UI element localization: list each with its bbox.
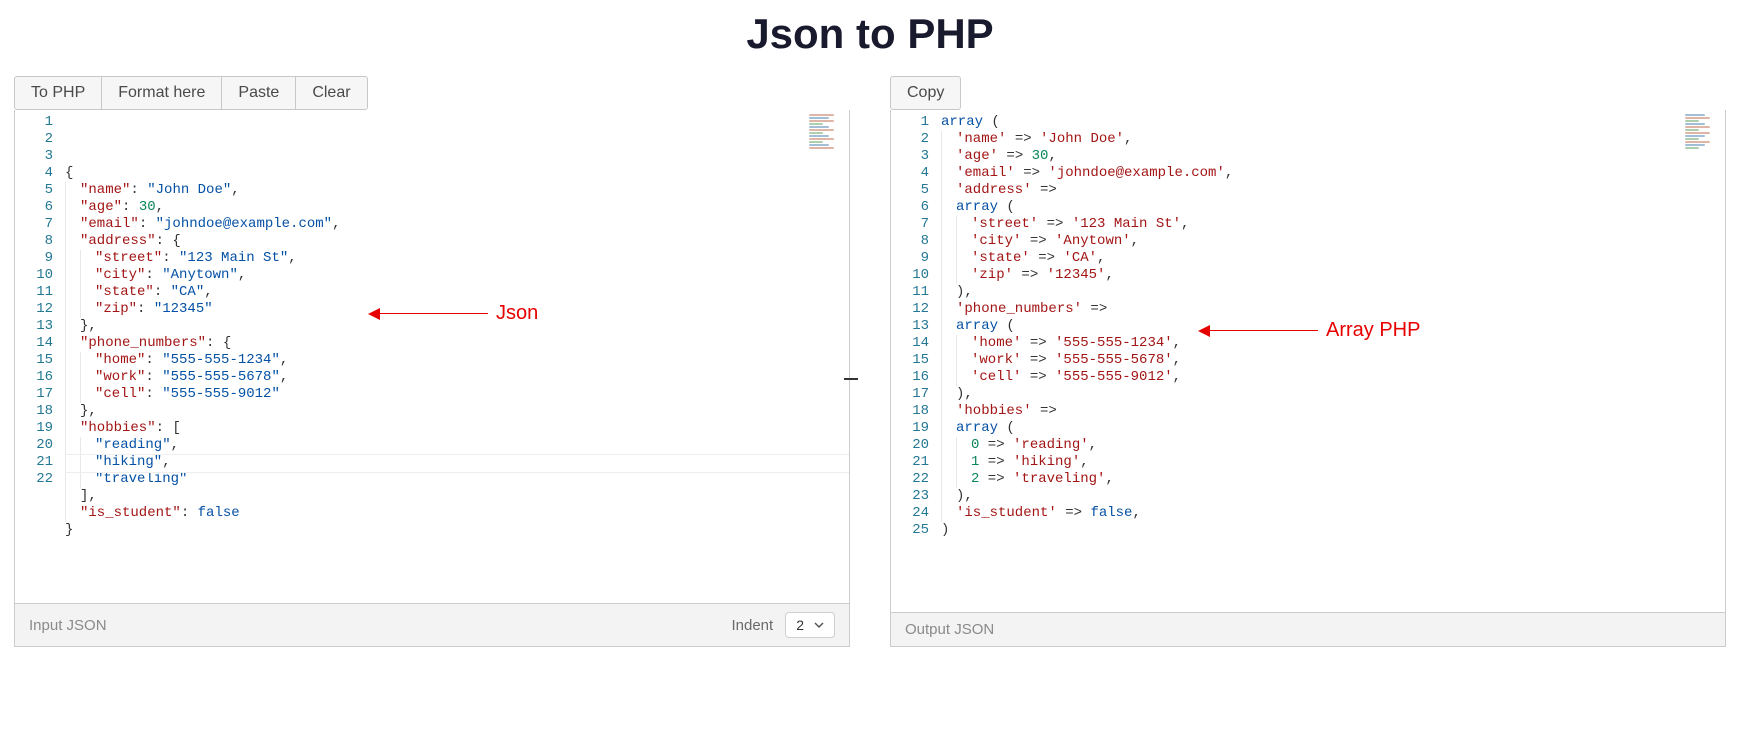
code-line[interactable]: ) (941, 522, 1725, 539)
format-button[interactable]: Format here (101, 76, 222, 110)
input-toolbar: To PHP Format here Paste Clear (14, 76, 850, 110)
code-line[interactable]: "email": "johndoe@example.com", (65, 216, 849, 233)
code-line[interactable]: "cell": "555-555-9012" (65, 386, 849, 403)
code-line[interactable]: 'street' => '123 Main St', (941, 216, 1725, 233)
code-line[interactable]: 'zip' => '12345', (941, 267, 1725, 284)
input-code[interactable]: {"name": "John Doe","age": 30,"email": "… (65, 110, 849, 603)
input-pane: To PHP Format here Paste Clear 123456789… (14, 76, 850, 647)
code-line[interactable]: 'hobbies' => (941, 403, 1725, 420)
code-line[interactable]: "phone_numbers": { (65, 335, 849, 352)
input-footer-label: Input JSON (29, 617, 107, 634)
code-line[interactable]: "reading", (65, 437, 849, 454)
code-line[interactable]: 'phone_numbers' => (941, 301, 1725, 318)
code-line[interactable]: "is_student": false (65, 505, 849, 522)
input-footer: Input JSON Indent 2 (15, 603, 849, 646)
code-line[interactable]: 'is_student' => false, (941, 505, 1725, 522)
code-line[interactable]: ], (65, 488, 849, 505)
code-line[interactable]: "work": "555-555-5678", (65, 369, 849, 386)
code-line[interactable]: "hobbies": [ (65, 420, 849, 437)
code-line[interactable]: } (65, 522, 849, 539)
code-line[interactable]: "city": "Anytown", (65, 267, 849, 284)
code-line[interactable]: 'cell' => '555-555-9012', (941, 369, 1725, 386)
code-line[interactable]: 'state' => 'CA', (941, 250, 1725, 267)
code-line[interactable]: 'age' => 30, (941, 148, 1725, 165)
code-line[interactable]: { (65, 165, 849, 182)
clear-button[interactable]: Clear (295, 76, 367, 110)
code-line[interactable]: ), (941, 284, 1725, 301)
code-line[interactable]: 'city' => 'Anytown', (941, 233, 1725, 250)
output-editor[interactable]: 1234567891011121314151617181920212223242… (890, 110, 1726, 647)
input-gutter: 12345678910111213141516171819202122 (15, 110, 65, 603)
code-line[interactable]: 'name' => 'John Doe', (941, 131, 1725, 148)
page-title: Json to PHP (0, 10, 1740, 58)
output-gutter: 1234567891011121314151617181920212223242… (891, 110, 941, 612)
code-line[interactable]: "hiking", (65, 454, 849, 471)
copy-button[interactable]: Copy (890, 76, 961, 110)
indent-select[interactable]: 2 (785, 612, 835, 638)
output-toolbar: Copy (890, 76, 1726, 110)
indent-value: 2 (796, 617, 804, 633)
to-php-button[interactable]: To PHP (14, 76, 102, 110)
code-line[interactable]: ), (941, 386, 1725, 403)
chevron-down-icon (814, 620, 824, 630)
indent-label: Indent (731, 617, 773, 634)
code-line[interactable]: 'work' => '555-555-5678', (941, 352, 1725, 369)
output-code[interactable]: array ('name' => 'John Doe','age' => 30,… (941, 110, 1725, 612)
code-line[interactable]: "street": "123 Main St", (65, 250, 849, 267)
output-footer-label: Output JSON (905, 621, 994, 638)
code-line[interactable]: 'email' => 'johndoe@example.com', (941, 165, 1725, 182)
input-editor[interactable]: 12345678910111213141516171819202122 {"na… (14, 110, 850, 647)
code-line[interactable]: 2 => 'traveling', (941, 471, 1725, 488)
code-line[interactable]: 'address' => (941, 182, 1725, 199)
code-line[interactable]: "address": { (65, 233, 849, 250)
code-line[interactable]: "age": 30, (65, 199, 849, 216)
code-line[interactable]: "zip": "12345" (65, 301, 849, 318)
code-line[interactable]: "state": "CA", (65, 284, 849, 301)
code-line[interactable]: }, (65, 403, 849, 420)
code-line[interactable]: "name": "John Doe", (65, 182, 849, 199)
code-line[interactable]: "home": "555-555-1234", (65, 352, 849, 369)
code-line[interactable]: 0 => 'reading', (941, 437, 1725, 454)
code-line[interactable]: "traveling" (65, 471, 849, 488)
code-line[interactable]: ), (941, 488, 1725, 505)
output-pane: Copy 12345678910111213141516171819202122… (890, 76, 1726, 647)
code-line[interactable]: 1 => 'hiking', (941, 454, 1725, 471)
code-line[interactable]: array ( (941, 318, 1725, 335)
code-line[interactable]: array ( (941, 199, 1725, 216)
paste-button[interactable]: Paste (221, 76, 296, 110)
code-line[interactable]: array ( (941, 114, 1725, 131)
code-line[interactable]: }, (65, 318, 849, 335)
code-line[interactable]: array ( (941, 420, 1725, 437)
pane-divider-handle[interactable] (844, 378, 858, 380)
code-line[interactable]: 'home' => '555-555-1234', (941, 335, 1725, 352)
output-footer: Output JSON (891, 612, 1725, 646)
